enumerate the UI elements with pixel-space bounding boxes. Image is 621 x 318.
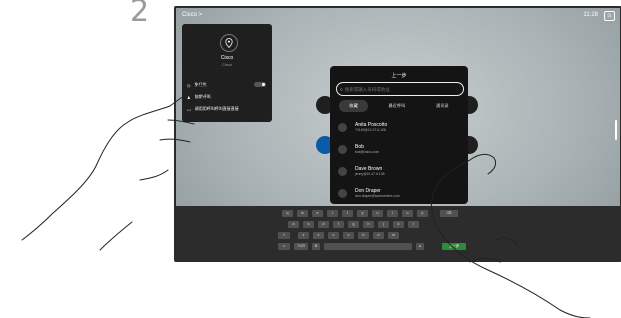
left-hand-drawing bbox=[21, 84, 207, 251]
right-hand-drawing bbox=[431, 153, 591, 318]
hand-illustrations bbox=[21, 84, 591, 318]
